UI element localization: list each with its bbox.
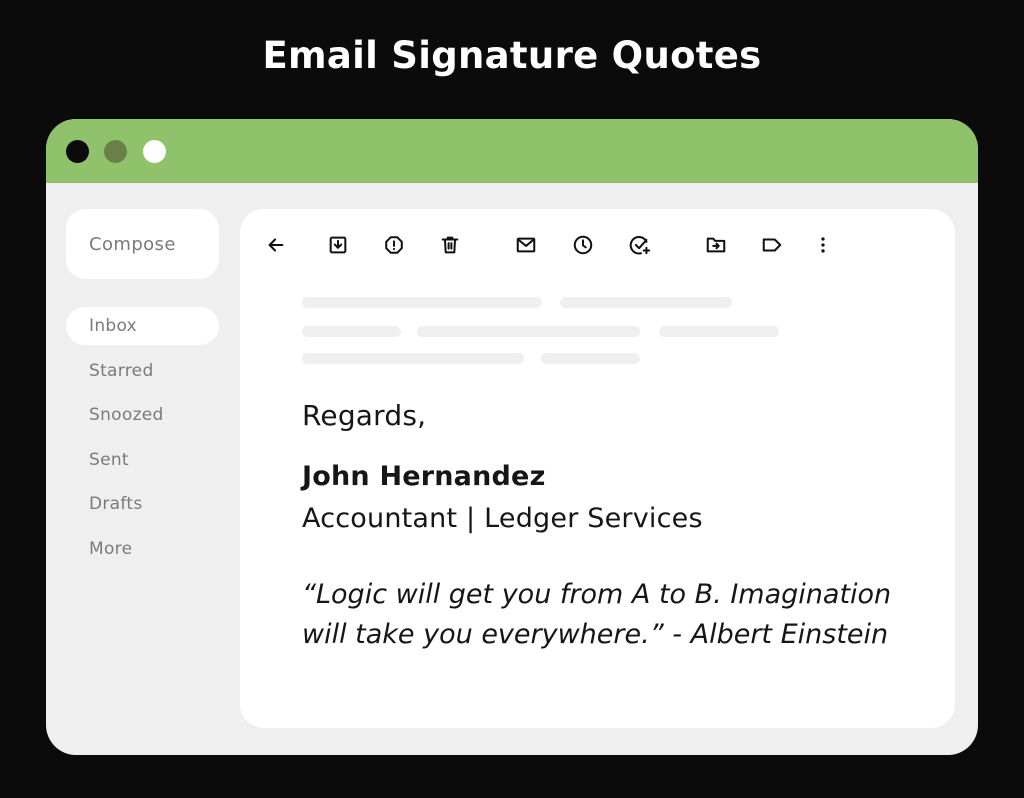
move-to-button[interactable]	[700, 229, 732, 261]
more-vert-icon	[821, 237, 825, 253]
sidebar-item-label: Snoozed	[89, 405, 164, 425]
move-to-icon	[706, 237, 726, 253]
email-window: Compose Inbox Starred Snoozed Sent Draft…	[46, 119, 978, 755]
email-toolbar	[240, 229, 955, 261]
archive-icon	[329, 236, 347, 254]
placeholder-line	[417, 326, 640, 337]
label-button[interactable]	[756, 229, 788, 261]
email-closing: Regards,	[302, 399, 427, 432]
placeholder-line	[302, 353, 524, 364]
placeholder-line	[302, 326, 401, 337]
sidebar-item-snoozed[interactable]: Snoozed	[66, 396, 219, 434]
mark-unread-icon	[516, 237, 536, 253]
window-minimize-button[interactable]	[104, 140, 127, 163]
window-close-button[interactable]	[66, 140, 89, 163]
placeholder-line	[560, 297, 732, 308]
sidebar-nav: Inbox Starred Snoozed Sent Drafts More	[66, 307, 219, 574]
delete-button[interactable]	[434, 229, 466, 261]
snooze-button[interactable]	[567, 229, 599, 261]
add-to-tasks-button[interactable]	[624, 229, 656, 261]
signature-quote-line: will take you everywhere.” - Albert Eins…	[302, 619, 889, 650]
sidebar-item-sent[interactable]: Sent	[66, 441, 219, 479]
mark-unread-button[interactable]	[510, 229, 542, 261]
delete-icon	[441, 236, 459, 254]
signature-quote-line: “Logic will get you from A to B. Imagina…	[302, 579, 892, 610]
sidebar-item-more[interactable]: More	[66, 530, 219, 568]
sidebar-item-label: Inbox	[89, 316, 138, 336]
back-button[interactable]	[260, 229, 292, 261]
snooze-icon	[573, 235, 593, 255]
email-view: Regards, John Hernandez Accountant | Led…	[240, 209, 955, 728]
report-spam-button[interactable]	[378, 229, 410, 261]
signature-name: John Hernandez	[302, 461, 546, 492]
window-maximize-button[interactable]	[143, 140, 166, 163]
label-icon	[762, 238, 782, 252]
page-title: Email Signature Quotes	[262, 34, 762, 77]
window-titlebar	[46, 119, 978, 183]
placeholder-line	[302, 297, 542, 308]
sidebar-item-starred[interactable]: Starred	[66, 352, 219, 390]
signature-quote: “Logic will get you from A to B. Imagina…	[302, 575, 942, 655]
archive-button[interactable]	[322, 229, 354, 261]
sidebar-item-label: Starred	[89, 360, 154, 381]
add-to-tasks-icon	[629, 235, 651, 255]
report-spam-icon	[385, 236, 403, 254]
sidebar-item-label: More	[89, 538, 133, 559]
sidebar-item-inbox[interactable]: Inbox	[66, 307, 219, 345]
sidebar-item-label: Drafts	[89, 494, 143, 514]
placeholder-line	[541, 353, 640, 364]
signature-role: Accountant | Ledger Services	[302, 503, 703, 534]
more-options-button[interactable]	[807, 229, 839, 261]
sidebar-item-label: Sent	[89, 449, 129, 470]
compose-label: Compose	[89, 233, 176, 255]
placeholder-line	[659, 326, 779, 337]
back-arrow-icon	[268, 238, 284, 252]
compose-button[interactable]: Compose	[66, 209, 219, 279]
sidebar-item-drafts[interactable]: Drafts	[66, 485, 219, 523]
